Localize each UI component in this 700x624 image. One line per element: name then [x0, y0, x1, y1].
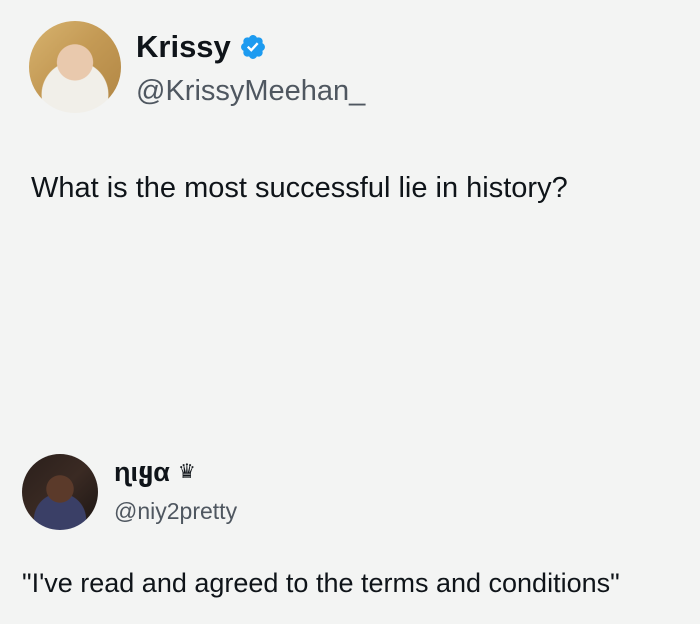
reply-text: "I've read and agreed to the terms and c… [22, 568, 620, 598]
avatar[interactable] [22, 454, 98, 530]
author-row: Krissy [136, 27, 267, 67]
crown-icon: ♛ [177, 461, 196, 483]
avatar[interactable] [29, 21, 121, 113]
author-handle[interactable]: @KrissyMeehan_ [136, 74, 365, 108]
post-text: What is the most successful lie in histo… [31, 172, 568, 204]
post-card: Krissy @KrissyMeehan_ What is the most s… [0, 0, 700, 400]
reply-card: ɳιყα ♛ @niy2pretty "I've read and agreed… [0, 440, 700, 624]
author-handle[interactable]: @niy2pretty [114, 496, 237, 526]
display-name[interactable]: ɳιყα [114, 455, 170, 489]
author-row: ɳιყα ♛ [114, 455, 196, 489]
verified-badge-icon [239, 33, 267, 61]
display-name[interactable]: Krissy [136, 27, 231, 67]
